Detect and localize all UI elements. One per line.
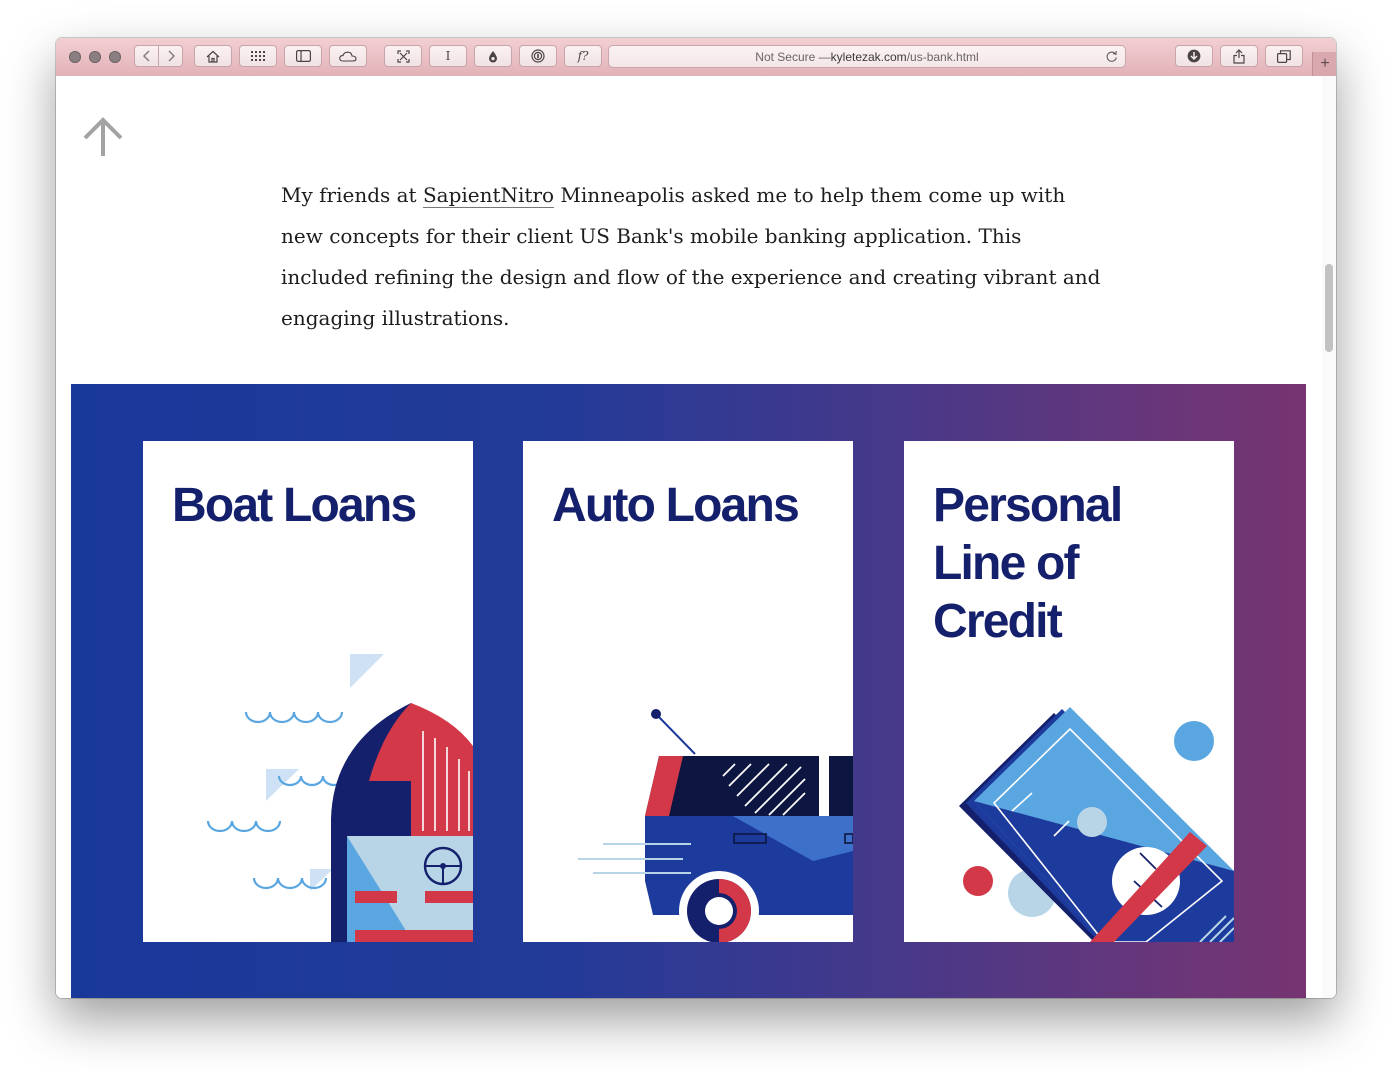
expand-icon xyxy=(396,49,410,63)
drop-extension-button[interactable] xyxy=(474,45,512,67)
close-window-button[interactable] xyxy=(69,51,81,63)
share-icon xyxy=(1233,48,1245,64)
back-to-top-arrow-icon[interactable] xyxy=(82,116,124,158)
chevron-left-icon xyxy=(142,50,150,62)
minimize-window-button[interactable] xyxy=(89,51,101,63)
font-finder-button[interactable]: f? xyxy=(564,45,602,67)
chevron-right-icon xyxy=(167,50,175,62)
reload-icon[interactable] xyxy=(1105,50,1118,63)
illustration-banner: Boat Loans Auto Loans Personal Line of C… xyxy=(71,384,1306,998)
home-button[interactable] xyxy=(194,45,232,67)
scrollbar-thumb[interactable] xyxy=(1325,264,1333,352)
personal-line-of-credit-card: Personal Line of Credit xyxy=(904,441,1234,942)
download-icon xyxy=(1187,49,1201,63)
share-button[interactable] xyxy=(1220,45,1258,67)
home-icon xyxy=(206,50,220,63)
intro-text-start: My friends at xyxy=(281,183,423,207)
drop-icon xyxy=(489,50,497,62)
browser-toolbar: I f? Not Secure — kyletezak.com/us-bank.… xyxy=(56,38,1336,77)
page-viewport: My friends at SapientNitro Minneapolis a… xyxy=(56,76,1336,998)
font-finder-label: f? xyxy=(577,49,589,63)
vertical-scrollbar[interactable] xyxy=(1322,76,1336,998)
address-bar[interactable]: Not Secure — kyletezak.com/us-bank.html xyxy=(608,45,1126,68)
cloud-icon xyxy=(339,51,357,62)
money-illustration xyxy=(959,707,1234,942)
password-manager-button[interactable] xyxy=(519,45,557,67)
url-path: /us-bank.html xyxy=(906,49,979,64)
password-manager-icon xyxy=(531,49,545,63)
downloads-button[interactable] xyxy=(1175,45,1213,67)
boat-loans-card: Boat Loans xyxy=(143,441,473,942)
reader-extension-label: I xyxy=(445,49,451,63)
new-tab-label: + xyxy=(1320,55,1330,72)
car-illustration xyxy=(578,709,853,942)
back-button[interactable] xyxy=(134,45,159,67)
url-host: kyletezak.com xyxy=(830,49,907,64)
screenshot-extension-button[interactable] xyxy=(384,45,422,67)
intro-paragraph: My friends at SapientNitro Minneapolis a… xyxy=(281,175,1101,339)
browser-window: I f? Not Secure — kyletezak.com/us-bank.… xyxy=(56,38,1336,998)
reader-extension-button[interactable]: I xyxy=(429,45,467,67)
zoom-window-button[interactable] xyxy=(109,51,121,63)
grid-icon xyxy=(251,51,265,61)
boat-illustration xyxy=(206,654,473,942)
forward-button[interactable] xyxy=(158,45,183,67)
sapientnitro-link[interactable]: SapientNitro xyxy=(422,183,555,208)
sidebar-button[interactable] xyxy=(284,45,322,67)
icloud-tabs-button[interactable] xyxy=(329,45,367,67)
auto-loans-card: Auto Loans xyxy=(523,441,853,942)
security-label: Not Secure — xyxy=(755,49,831,64)
tab-overview-button[interactable] xyxy=(1265,45,1303,67)
sidebar-icon xyxy=(295,50,311,62)
new-tab-button[interactable]: + xyxy=(1312,52,1336,76)
tabs-icon xyxy=(1277,49,1291,63)
top-sites-button[interactable] xyxy=(239,45,277,67)
